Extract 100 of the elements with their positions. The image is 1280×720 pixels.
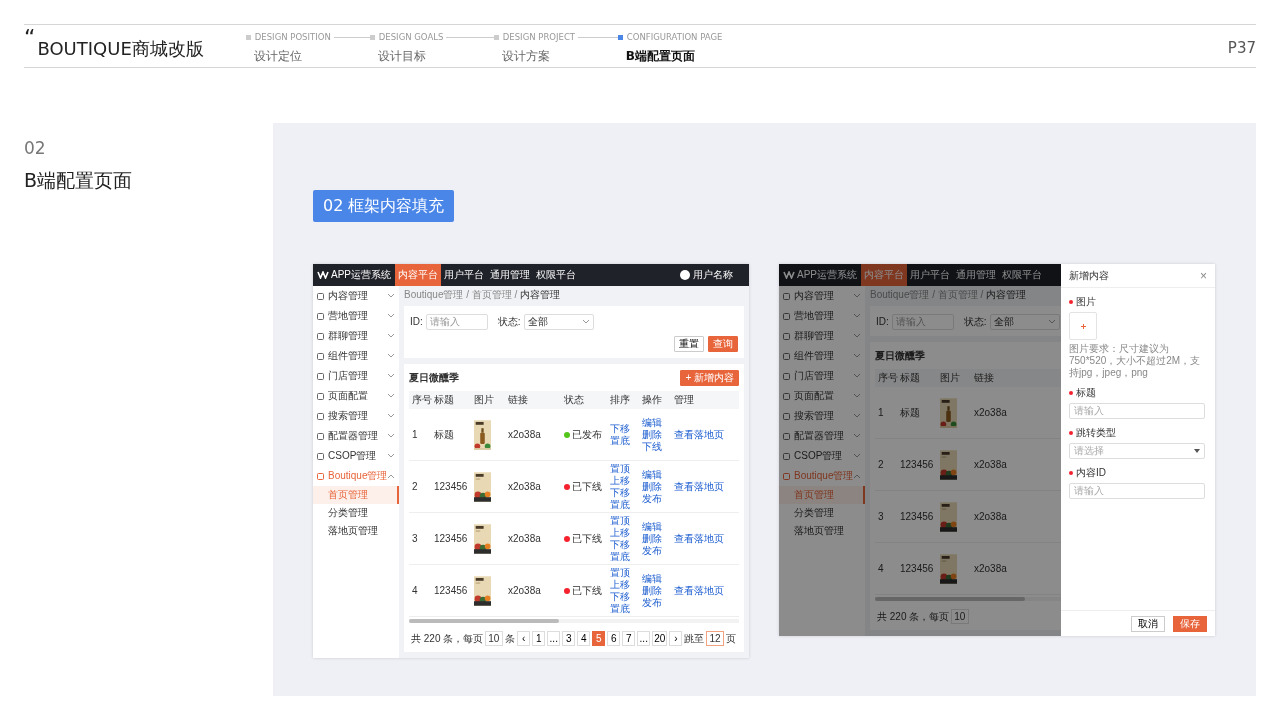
action-link[interactable]: 删除	[642, 428, 662, 441]
menu-item[interactable]: 页面配置	[779, 386, 865, 406]
sort-link[interactable]: 置顶	[610, 566, 630, 579]
table-cell-text: 标题	[899, 406, 921, 419]
page-size-field[interactable]: 10	[951, 609, 970, 624]
action-link[interactable]: 编辑	[642, 416, 662, 429]
view-link[interactable]: 查看落地页	[674, 584, 724, 596]
action-link[interactable]: 发布	[642, 544, 662, 557]
query-button[interactable]: 查询	[708, 336, 738, 352]
menu-icon	[783, 312, 790, 320]
cancel-button[interactable]: 取消	[1131, 615, 1165, 632]
page-button[interactable]: 7	[622, 631, 636, 646]
menu-icon	[783, 352, 790, 360]
menu-icon	[317, 472, 324, 480]
action-link[interactable]: 删除	[642, 532, 662, 545]
close-button[interactable]: ×	[1200, 269, 1207, 282]
action-link[interactable]: 编辑	[642, 572, 662, 585]
sort-link[interactable]: 下移	[610, 590, 630, 603]
action-link[interactable]: 编辑	[642, 520, 662, 533]
action-link[interactable]: 发布	[642, 492, 662, 505]
column-header: 序号	[411, 394, 431, 406]
sort-link[interactable]: 上移	[610, 526, 630, 539]
page-jump-field[interactable]: 12	[706, 631, 725, 646]
table-cell-text: 123456	[899, 510, 935, 523]
field-label: 内容ID	[1076, 467, 1106, 479]
submenu-item[interactable]: 落地页管理	[779, 522, 865, 540]
action-link[interactable]: 发布	[642, 596, 662, 609]
menu-icon	[317, 452, 324, 460]
menu-icon	[783, 332, 790, 340]
sort-link[interactable]: 上移	[610, 578, 630, 591]
page-size-field[interactable]: 10	[485, 631, 504, 646]
add-button[interactable]: + 新增内容	[680, 370, 739, 386]
action-link[interactable]: 下线	[642, 440, 662, 453]
menu-item[interactable]: 搜索管理	[779, 406, 865, 426]
sort-link[interactable]: 置顶	[610, 462, 630, 475]
action-link[interactable]: 删除	[642, 480, 662, 493]
sort-link[interactable]: 置底	[610, 498, 630, 511]
sort-link[interactable]: 置底	[610, 602, 630, 615]
action-link[interactable]: 编辑	[642, 468, 662, 481]
page-button[interactable]: 3	[562, 631, 576, 646]
page-button[interactable]: 20	[652, 631, 668, 646]
menu-item[interactable]: 组件管理	[313, 346, 399, 366]
submenu-item[interactable]: 落地页管理	[313, 522, 399, 540]
menu-item[interactable]: 配置器管理	[313, 426, 399, 446]
select-field[interactable]: 全部	[989, 314, 1060, 330]
menu-icon	[317, 392, 324, 400]
sort-link[interactable]: 置底	[610, 434, 630, 447]
menu-item[interactable]: 搜索管理	[313, 406, 399, 426]
sort-link[interactable]: 置顶	[610, 514, 630, 527]
column-header: 标题	[433, 394, 455, 406]
field-label: 图片	[1076, 296, 1096, 308]
menu-item[interactable]: 组件管理	[779, 346, 865, 366]
page-button[interactable]: 5	[592, 631, 606, 646]
page-button[interactable]: ›	[669, 631, 683, 646]
stage-label[interactable]: 02 框架内容填充	[313, 190, 455, 222]
view-link[interactable]: 查看落地页	[674, 428, 724, 440]
sort-link[interactable]: 置底	[610, 550, 630, 563]
page-button[interactable]: ‹	[517, 631, 531, 646]
nav-tab[interactable]: 权限平台	[533, 264, 579, 286]
select-field[interactable]: 全部	[523, 314, 594, 330]
menu-item[interactable]: 门店管理	[779, 366, 865, 386]
menu-item[interactable]: 内容管理	[313, 286, 399, 306]
nav-tab[interactable]: 通用管理	[953, 264, 999, 286]
sort-link[interactable]: 下移	[610, 486, 630, 499]
view-link[interactable]: 查看落地页	[674, 532, 724, 544]
menu-item[interactable]: 页面配置	[313, 386, 399, 406]
submenu-item[interactable]: 分类管理	[779, 504, 865, 522]
action-link[interactable]: 删除	[642, 584, 662, 597]
nav-tab[interactable]: 权限平台	[999, 264, 1045, 286]
nav-tab[interactable]: 用户平台	[907, 264, 953, 286]
submenu-item[interactable]: 分类管理	[313, 504, 399, 522]
menu-item[interactable]: 配置器管理	[779, 426, 865, 446]
nav-tab[interactable]: 用户平台	[441, 264, 487, 286]
view-link[interactable]: 查看落地页	[674, 480, 724, 492]
jump-unit: 页	[726, 632, 737, 645]
menu-item[interactable]: 门店管理	[313, 366, 399, 386]
menu-item[interactable]: Boutique管理	[313, 466, 399, 486]
sort-link[interactable]: 上移	[610, 474, 630, 487]
page-button[interactable]: ...	[637, 631, 651, 646]
page-button[interactable]: 1	[532, 631, 546, 646]
sort-link[interactable]: 下移	[610, 538, 630, 551]
menu-item[interactable]: CSOP管理	[779, 446, 865, 466]
reset-button[interactable]: 重置	[674, 336, 704, 352]
menu-item[interactable]: 营地管理	[779, 306, 865, 326]
nav-tab[interactable]: 通用管理	[487, 264, 533, 286]
save-button[interactable]: 保存	[1173, 615, 1207, 632]
upload-box[interactable]	[1069, 312, 1097, 340]
page-number: P37	[1227, 38, 1256, 59]
menu-item[interactable]: 营地管理	[313, 306, 399, 326]
step-title-en: DESIGN PROJECT	[502, 31, 575, 44]
page-button[interactable]: ...	[547, 631, 561, 646]
sort-link[interactable]: 下移	[610, 422, 630, 435]
menu-item[interactable]: 群聊管理	[779, 326, 865, 346]
page-button[interactable]: 4	[577, 631, 591, 646]
menu-icon	[783, 292, 790, 300]
nav-tab[interactable]: 内容平台	[395, 264, 441, 286]
menu-item[interactable]: 内容管理	[779, 286, 865, 306]
menu-item[interactable]: CSOP管理	[313, 446, 399, 466]
page-button[interactable]: 6	[607, 631, 621, 646]
menu-item[interactable]: 群聊管理	[313, 326, 399, 346]
